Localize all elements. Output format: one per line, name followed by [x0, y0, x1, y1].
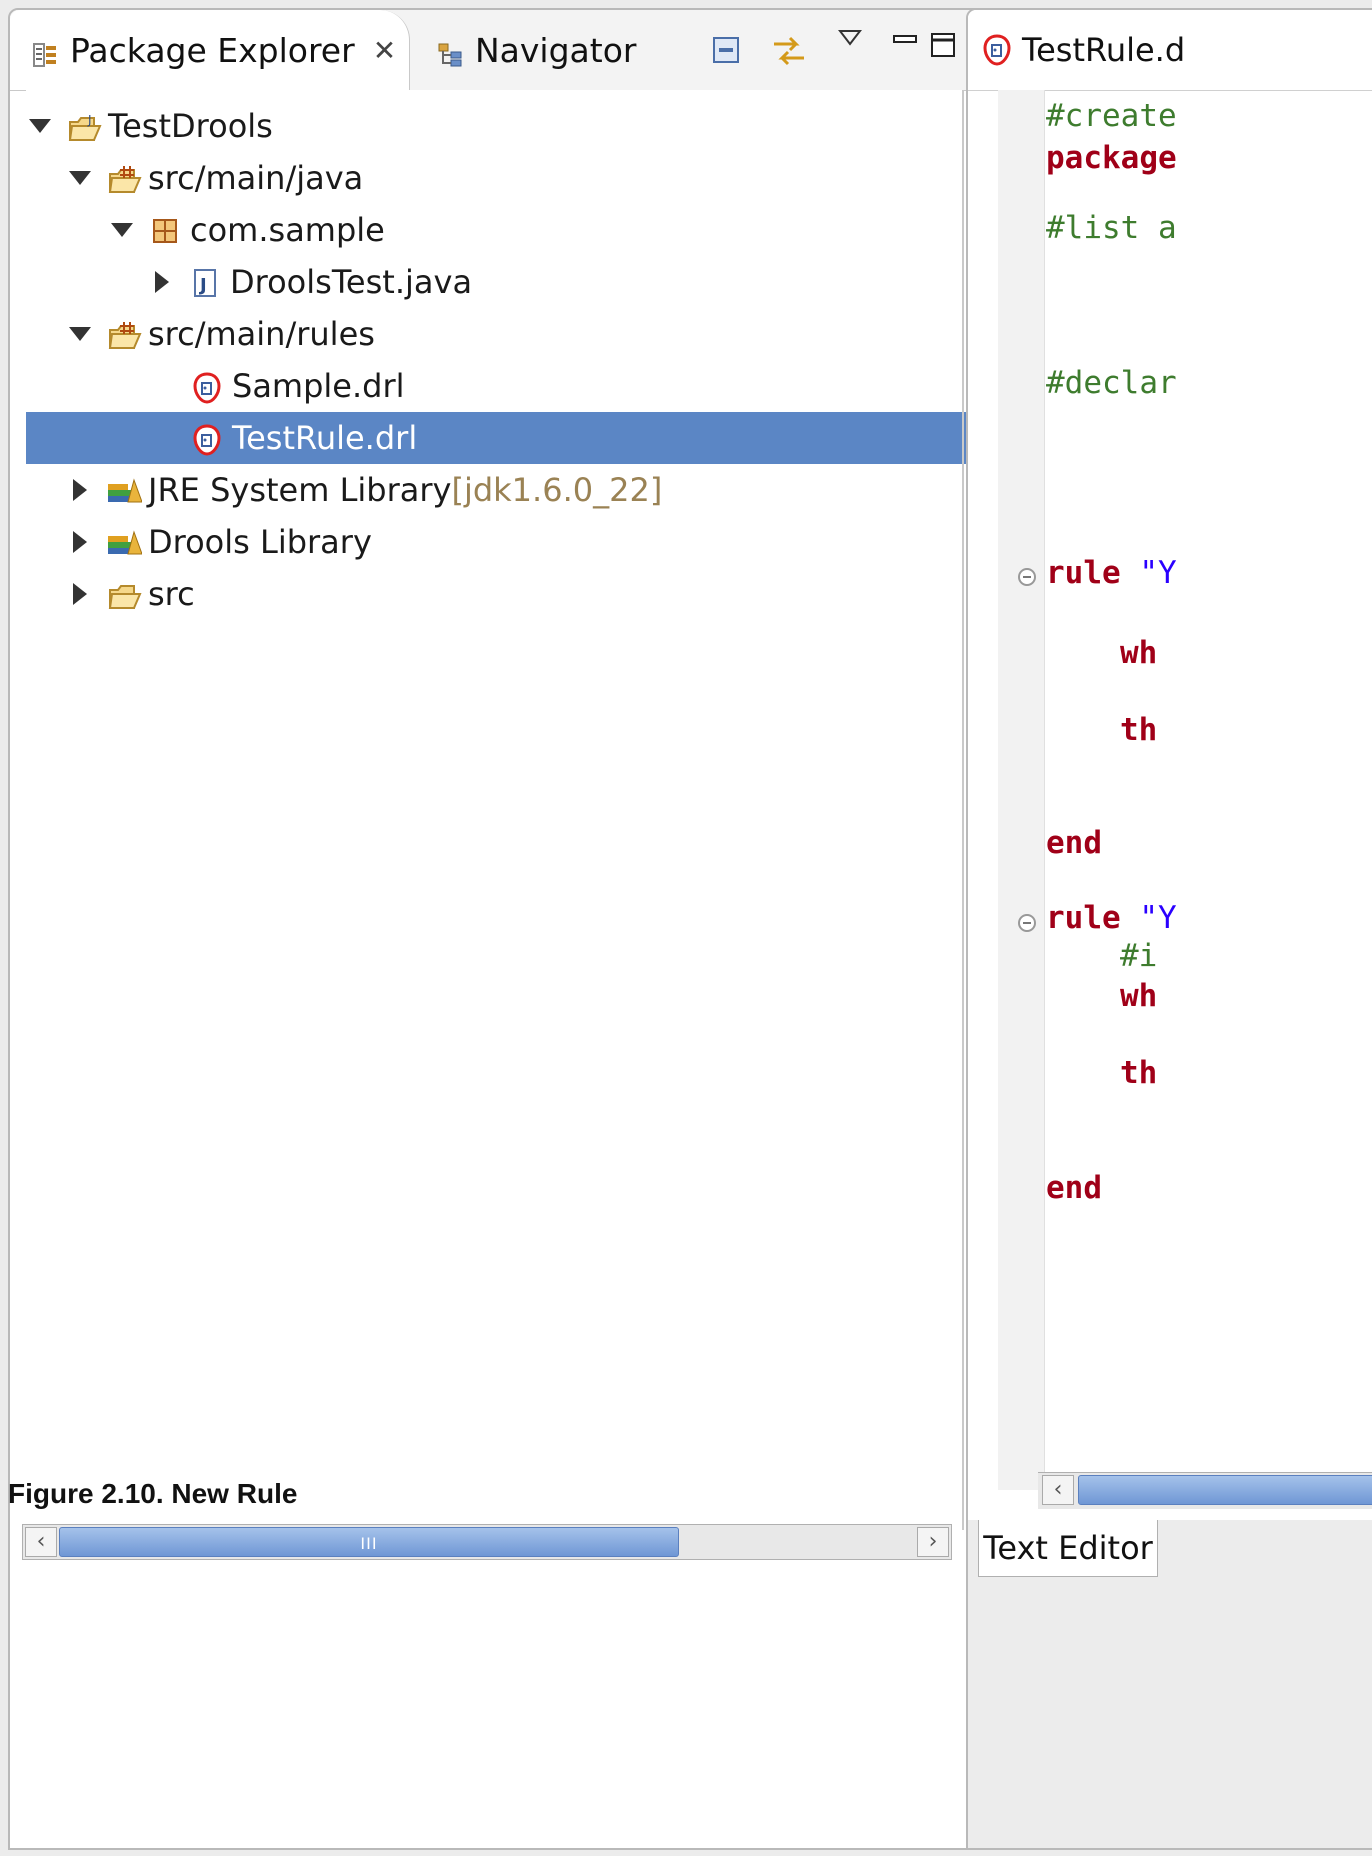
link-with-editor-icon[interactable]: [770, 34, 808, 66]
tree-item-label: Drools Library: [148, 523, 372, 561]
tab-package-explorer[interactable]: Package Explorer ✕: [10, 10, 410, 90]
code-line: th: [1120, 712, 1158, 748]
expanded-arrow-icon[interactable]: [66, 164, 94, 192]
scrollbar-grip: III: [360, 1534, 378, 1553]
minimize-icon[interactable]: [890, 30, 922, 62]
tree-item-label: JRE System Library: [148, 471, 452, 509]
svg-text:J: J: [87, 113, 92, 127]
editor-tab-label: TestRule.d: [1022, 31, 1186, 69]
tree-item-src-main-java[interactable]: src/main/java: [26, 152, 1002, 204]
tree-item-testrule-drl[interactable]: TestRule.drl: [26, 412, 1086, 464]
package-tree: J TestDrools src/main/java com.sample J …: [26, 90, 1086, 1520]
scrollbar-thumb[interactable]: III: [59, 1527, 679, 1557]
code-line: #list a: [1046, 210, 1177, 246]
svg-text:J: J: [198, 275, 207, 296]
tree-item-label: src/main/rules: [148, 315, 375, 353]
tree-item-label: src/main/java: [148, 159, 364, 197]
close-tab-icon[interactable]: ✕: [373, 34, 396, 67]
drools-file-icon: [192, 372, 224, 404]
editor-ruler: [998, 90, 1045, 1490]
view-divider: [962, 90, 964, 1530]
library-icon: [108, 528, 143, 556]
tab-label: Navigator: [475, 30, 637, 70]
code-line: end: [1046, 825, 1102, 861]
collapsed-arrow-icon[interactable]: [66, 580, 94, 608]
tree-item-src-main-rules[interactable]: src/main/rules: [26, 308, 1002, 360]
drools-file-icon: [982, 34, 1012, 66]
expanded-arrow-icon[interactable]: [26, 112, 54, 140]
collapsed-arrow-icon[interactable]: [66, 476, 94, 504]
maximize-icon[interactable]: [928, 30, 960, 62]
tree-item-label: src: [148, 575, 195, 613]
expanded-arrow-icon[interactable]: [66, 320, 94, 348]
scrollbar-thumb[interactable]: [1078, 1475, 1372, 1505]
code-line: end: [1046, 1170, 1102, 1206]
source-folder-icon: [108, 164, 142, 193]
scroll-left-icon[interactable]: ‹: [25, 1527, 57, 1557]
expanded-arrow-icon[interactable]: [108, 216, 136, 244]
view-menu-icon[interactable]: [837, 28, 870, 60]
tree-item-decoration: [jdk1.6.0_22]: [451, 471, 663, 509]
package-explorer-icon: [32, 37, 58, 67]
tree-item-label: Sample.drl: [232, 367, 405, 405]
tree-item-label: com.sample: [190, 211, 385, 249]
fold-collapse-icon[interactable]: [1018, 914, 1036, 932]
tree-item-drools-library[interactable]: Drools Library: [26, 516, 1002, 568]
tree-item-com-sample[interactable]: com.sample: [26, 204, 1044, 256]
fold-collapse-icon[interactable]: [1018, 568, 1036, 586]
horizontal-scrollbar[interactable]: ‹ III ›: [22, 1524, 952, 1560]
tree-item-label: TestRule.drl: [232, 419, 418, 457]
source-folder-icon: [108, 320, 142, 349]
tree-item-src[interactable]: src: [26, 568, 1002, 620]
tab-label: Package Explorer: [70, 30, 355, 70]
tab-testrule-drl[interactable]: TestRule.d: [982, 10, 1185, 90]
tree-item-label: DroolsTest.java: [230, 263, 473, 301]
drools-file-icon: [192, 424, 224, 456]
tab-navigator[interactable]: Navigator: [415, 10, 637, 90]
package-icon: [150, 216, 182, 244]
code-line-rule: rule "Y: [1046, 555, 1177, 591]
code-line: #create: [1046, 98, 1177, 134]
code-line: #declar: [1046, 365, 1177, 401]
editor-tab-bar: TestRule.d: [968, 10, 1372, 91]
collapsed-arrow-icon[interactable]: [66, 528, 94, 556]
code-line: #i: [1120, 938, 1158, 974]
code-line-rule: rule "Y: [1046, 900, 1177, 936]
tree-item-project[interactable]: J TestDrools: [26, 100, 962, 152]
code-line: wh: [1120, 635, 1158, 671]
folder-icon: [108, 580, 142, 609]
scroll-right-icon[interactable]: ›: [917, 1527, 949, 1557]
drl-editor: TestRule.d #create package #list a #decl…: [966, 8, 1372, 1850]
java-project-icon: J: [68, 112, 102, 141]
tree-item-droolstest-java[interactable]: J DroolsTest.java: [26, 256, 1084, 308]
library-icon: [108, 476, 143, 504]
code-line: th: [1120, 1055, 1158, 1091]
code-line: package: [1046, 140, 1177, 176]
code-line: wh: [1120, 978, 1158, 1014]
collapsed-arrow-icon[interactable]: [148, 268, 176, 296]
navigator-icon: [437, 37, 463, 67]
tree-item-jre-system-library[interactable]: JRE System Library [jdk1.6.0_22]: [26, 464, 1002, 516]
tab-text-editor[interactable]: Text Editor: [978, 1520, 1158, 1577]
collapse-all-icon[interactable]: [710, 34, 742, 66]
scroll-left-icon[interactable]: ‹: [1042, 1475, 1074, 1505]
tree-item-sample-drl[interactable]: Sample.drl: [26, 360, 1086, 412]
eclipse-window: Package Explorer ✕ Navigator J TestDrool…: [0, 0, 1372, 1856]
editor-horizontal-scrollbar[interactable]: ‹: [1038, 1472, 1372, 1509]
tree-item-label: TestDrools: [108, 107, 273, 145]
java-file-icon: J: [190, 268, 222, 297]
figure-caption: Figure 2.10. New Rule: [8, 1478, 298, 1509]
